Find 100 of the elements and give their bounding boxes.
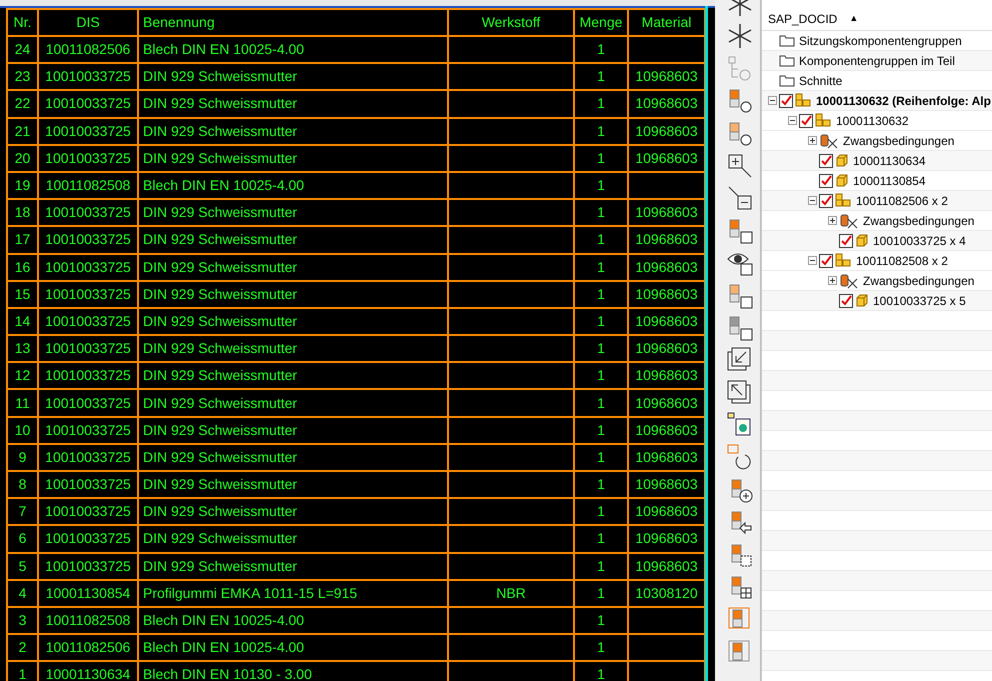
table-cell-text: DIN 929 Schweissmutter — [143, 448, 298, 467]
table-cell-text: 1 — [18, 665, 26, 681]
tree-item[interactable]: Zwangsbedingungen — [863, 212, 974, 230]
table-cell-text: Blech DIN EN 10025-4.00 — [143, 611, 304, 630]
table-cell-text: 10010033725 — [45, 556, 131, 576]
table-cell-text: 10010033725 — [45, 312, 131, 331]
collapse-icon[interactable] — [808, 256, 817, 265]
tree-item[interactable]: Zwangsbedingungen — [843, 132, 954, 150]
cubes-icon — [835, 193, 852, 208]
tree-item[interactable]: 10001130632 — [836, 112, 909, 130]
table-cell-text: 16 — [14, 258, 30, 277]
rotate-icon[interactable] — [726, 443, 754, 472]
collapse-icon[interactable] — [808, 196, 817, 205]
collapse-icon[interactable] — [768, 96, 777, 105]
column-header: Nr. — [14, 13, 32, 32]
table-cell-text: 10010033725 — [45, 203, 131, 222]
tree-item[interactable]: Schnitte — [799, 72, 842, 90]
table-cell-text: 22 — [14, 94, 30, 114]
table-cell-text: 1 — [597, 94, 605, 114]
column-header: Benennung — [143, 13, 215, 32]
table-cell-text: 20 — [14, 148, 30, 168]
table-cell-text: 1 — [597, 394, 605, 413]
table-cell-text: 10011082506 — [46, 40, 130, 60]
table-cell-text: 21 — [14, 122, 30, 141]
table-cell-text: 1 — [597, 366, 605, 386]
table-cell-text: 10011082508 — [46, 611, 130, 630]
table-cell-text: 1 — [597, 584, 605, 603]
table-cell-text: 13 — [14, 339, 30, 358]
table-cell-text: DIN 929 Schweissmutter — [143, 312, 298, 331]
table-cell-text: Blech DIN EN 10025-4.00 — [143, 40, 304, 60]
table-cell-text: 10308120 — [635, 584, 698, 603]
table-cell-text: 10010033725 — [45, 502, 131, 522]
table-cell-text: DIN 929 Schweissmutter — [143, 258, 298, 277]
checkbox[interactable] — [819, 254, 833, 268]
checkbox[interactable] — [779, 94, 793, 108]
checkbox[interactable] — [839, 234, 853, 248]
folder-icon — [779, 74, 795, 87]
table-cell-text: 1 — [597, 420, 605, 440]
table-cell-text: 1 — [597, 638, 605, 658]
folder-icon — [779, 34, 795, 47]
table-cell-text: 10010033725 — [45, 475, 131, 494]
expand-icon[interactable] — [828, 276, 837, 285]
table-cell-text: DIN 929 Schweissmutter — [143, 475, 298, 494]
table-cell-text: DIN 929 Schweissmutter — [143, 420, 298, 440]
table-cell-text: DIN 929 Schweissmutter — [143, 122, 298, 141]
cube-icon — [855, 234, 869, 247]
table-cell-text: 10010033725 — [45, 284, 131, 304]
table-cell-text: 15 — [14, 284, 30, 304]
table-cell-text: 10968603 — [635, 339, 698, 358]
table-cell-text: 7 — [18, 502, 26, 522]
table-cell-text: 10968603 — [635, 148, 698, 168]
table-cell-text: 10968603 — [635, 284, 698, 304]
table-cell-text: 10011082506 — [46, 638, 130, 658]
checkbox[interactable] — [799, 114, 813, 128]
table-cell-text: 1 — [597, 448, 605, 467]
tree-item[interactable]: 10011082508 x 2 — [856, 252, 948, 270]
checkbox[interactable] — [839, 294, 853, 308]
table-cell-text: 1 — [597, 556, 605, 576]
table-cell-text: 10010033725 — [45, 529, 131, 548]
table-cell-text: 10 — [14, 420, 30, 440]
table-cell-text: 1 — [597, 230, 605, 250]
table-cell-text: 24 — [14, 40, 30, 60]
tree-item[interactable]: Sitzungskomponentengruppen — [799, 32, 962, 50]
checkbox[interactable] — [819, 154, 833, 168]
table-cell-text: 10968603 — [635, 366, 698, 386]
expand-icon[interactable] — [808, 136, 817, 145]
checkbox[interactable] — [819, 194, 833, 208]
table-cell-text: DIN 929 Schweissmutter — [143, 339, 298, 358]
table-cell-text: 10010033725 — [45, 230, 131, 250]
cubes-icon — [795, 93, 812, 108]
cube-icon — [855, 294, 869, 307]
table-cell-text: 18 — [14, 203, 30, 222]
table-cell-text: DIN 929 Schweissmutter — [143, 502, 298, 522]
zoom-in-icon[interactable] — [726, 152, 754, 180]
zoom-out-icon[interactable] — [726, 184, 754, 212]
table-cell-text: 10968603 — [635, 502, 698, 522]
table-cell-text: 10010033725 — [45, 148, 131, 168]
table-cell-text: DIN 929 Schweissmutter — [143, 94, 298, 114]
constraint-icon — [839, 212, 859, 228]
tree-item[interactable]: 10001130854 — [853, 172, 926, 190]
table-cell-text: 2 — [18, 638, 26, 658]
table-cell-text: 1 — [597, 122, 605, 141]
checkbox[interactable] — [819, 174, 833, 188]
table-cell-text: 10968603 — [635, 94, 698, 114]
table-cell-text: DIN 929 Schweissmutter — [143, 67, 298, 86]
table-cell-text: 10968603 — [635, 394, 698, 413]
expand-icon[interactable] — [828, 216, 837, 225]
table-cell-text: 19 — [14, 176, 30, 196]
constraint-icon — [819, 132, 839, 148]
table-cell-text: 14 — [14, 312, 30, 331]
table-cell-text: DIN 929 Schweissmutter — [143, 366, 298, 386]
table-cell-text: 1 — [597, 176, 605, 196]
table-cell-text: 1 — [597, 665, 605, 681]
table-cell-text: 6 — [18, 529, 26, 548]
table-cell-text: Blech DIN EN 10025-4.00 — [143, 638, 304, 658]
cube-icon — [835, 154, 849, 167]
table-cell-text: Blech DIN EN 10025-4.00 — [143, 176, 304, 196]
table-cell-text: 10011082508 — [46, 176, 130, 196]
collapse-icon[interactable] — [788, 116, 797, 125]
tree-item[interactable]: Zwangsbedingungen — [863, 272, 974, 290]
